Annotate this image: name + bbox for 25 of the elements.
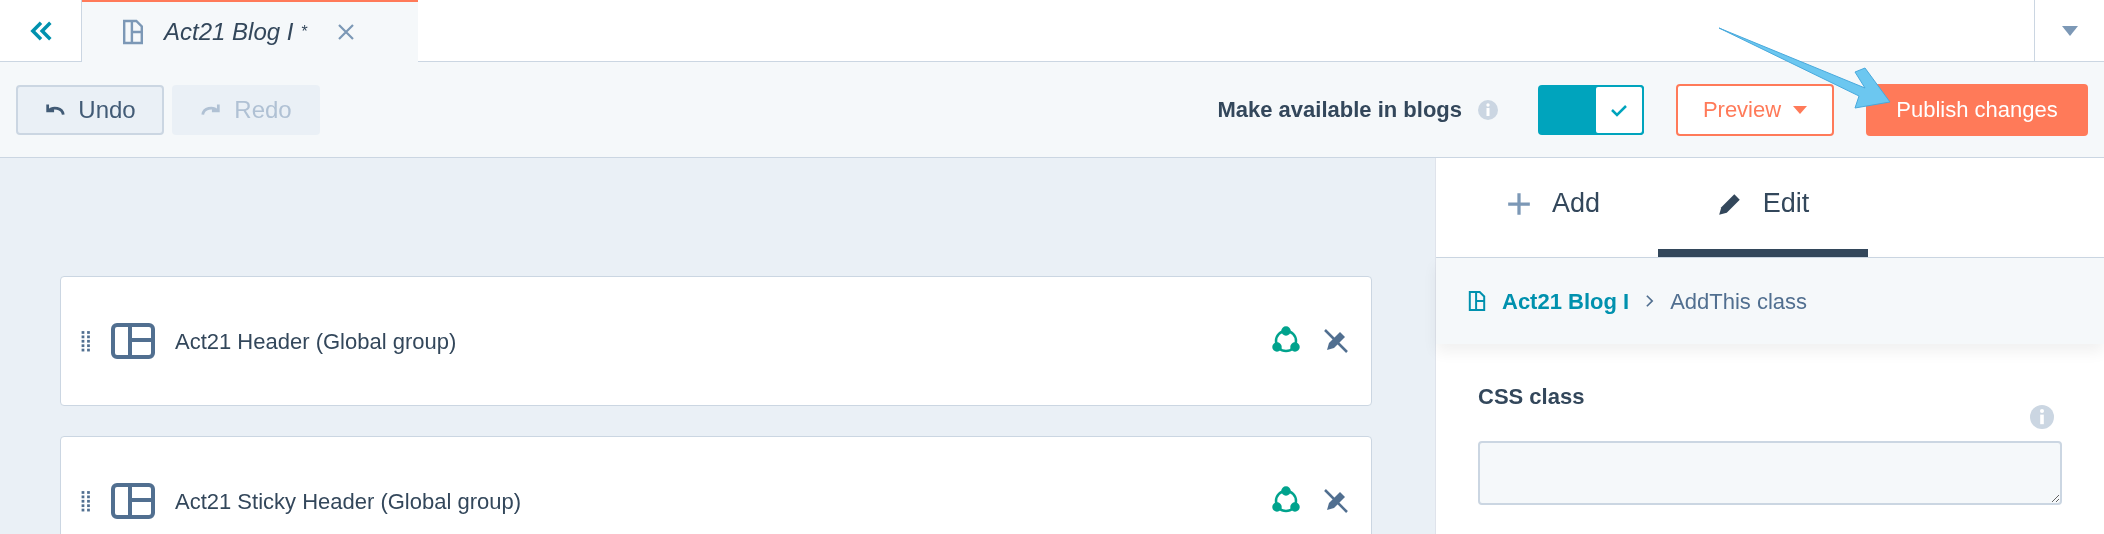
document-icon bbox=[122, 18, 144, 46]
breadcrumb-current: AddThis class bbox=[1670, 287, 1808, 316]
module-name: Act21 Sticky Header (Global group) bbox=[175, 487, 523, 516]
drag-handle-icon[interactable] bbox=[81, 330, 91, 352]
panel-tab[interactable]: Add bbox=[1448, 158, 1658, 257]
unsaved-mark: * bbox=[301, 22, 308, 42]
undo-button[interactable]: Undo bbox=[16, 84, 164, 135]
availability-toggle[interactable] bbox=[1538, 84, 1644, 135]
layout-icon bbox=[111, 483, 155, 519]
caret-icon bbox=[2061, 25, 2078, 36]
css-class-field[interactable] bbox=[1478, 441, 2062, 505]
document-tab[interactable]: Act21 Blog I * bbox=[82, 0, 418, 62]
availability-label: Make available in blogs bbox=[1217, 96, 1462, 124]
close-icon[interactable] bbox=[335, 22, 356, 42]
plus-icon bbox=[1505, 190, 1532, 217]
document-title: Act21 Blog I bbox=[164, 17, 294, 47]
module-name: Act21 Header (Global group) bbox=[175, 327, 458, 356]
document-icon bbox=[1468, 290, 1486, 312]
module-card[interactable]: Act21 Sticky Header (Global group) bbox=[60, 436, 1372, 534]
chevron-right-icon bbox=[1645, 294, 1655, 308]
caret-icon bbox=[1793, 105, 1808, 114]
layout-icon bbox=[111, 323, 155, 359]
field-label: CSS class bbox=[1478, 383, 1585, 411]
module-card[interactable]: Act21 Header (Global group) bbox=[60, 276, 1372, 406]
drag-handle-icon[interactable] bbox=[81, 490, 91, 512]
